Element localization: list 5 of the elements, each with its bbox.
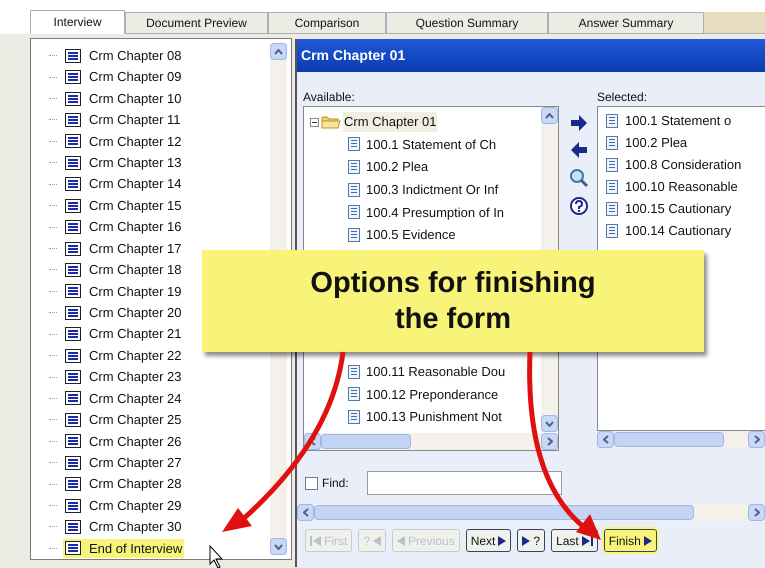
callout-text: Options for finishing the form	[310, 266, 596, 337]
list-label: Available:	[303, 89, 356, 106]
panel-title: Crm Chapter 01	[301, 46, 406, 65]
list-label: Selected:	[597, 89, 648, 106]
find-label: Find:	[322, 475, 349, 492]
